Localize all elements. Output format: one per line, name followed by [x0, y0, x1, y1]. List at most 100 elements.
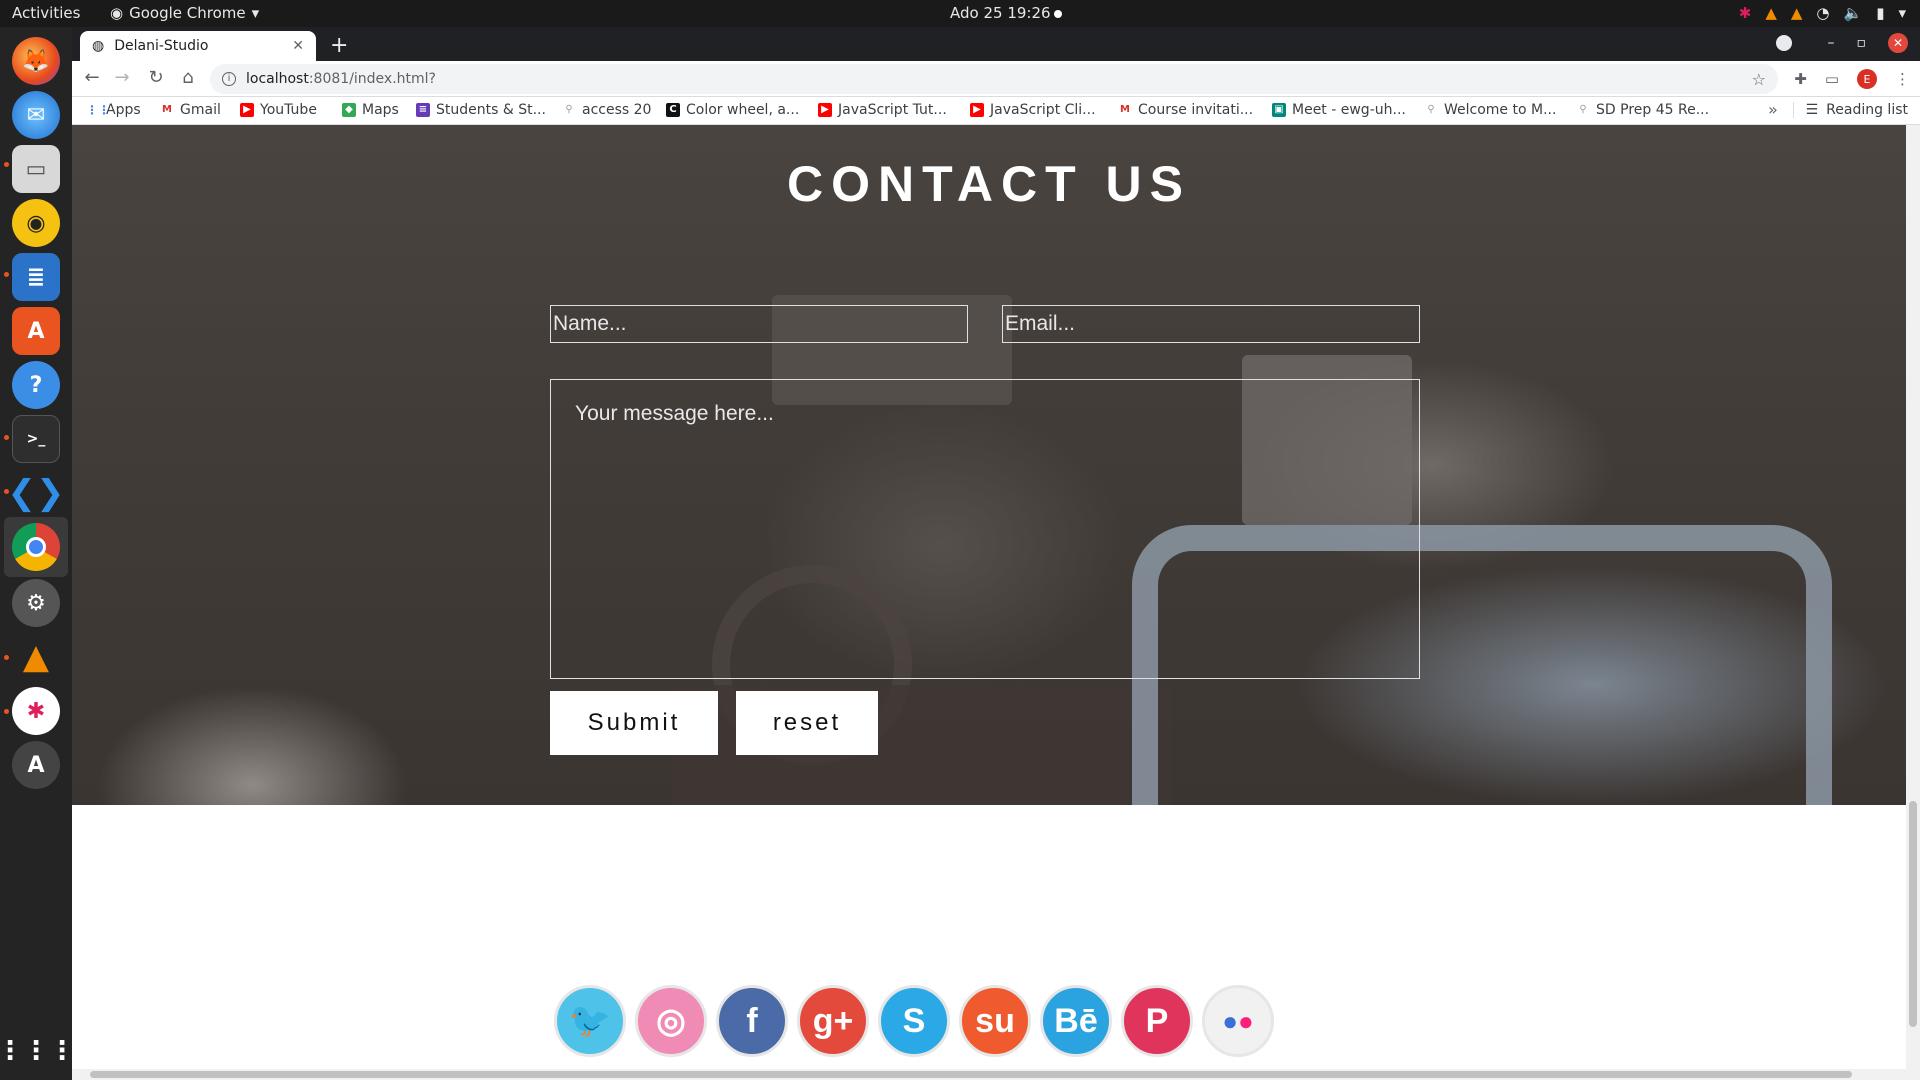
- window-close-icon[interactable]: ✕: [1888, 33, 1908, 53]
- system-menu-chevron-icon[interactable]: ▾: [1898, 4, 1906, 22]
- profile-avatar[interactable]: E: [1857, 69, 1877, 89]
- chrome-icon[interactable]: [12, 523, 60, 571]
- reset-button[interactable]: reset: [736, 691, 878, 755]
- minimize-icon[interactable]: –: [1828, 35, 1835, 51]
- vscode-icon[interactable]: ❮❯: [8, 469, 65, 517]
- contact-title: CONTACT US: [786, 156, 1192, 212]
- tab-search-icon[interactable]: [1776, 35, 1792, 51]
- meet-icon: ▣: [1272, 103, 1286, 117]
- bookmark-label: JavaScript Tut...: [838, 102, 947, 118]
- bookmarks-overflow-icon[interactable]: »: [1768, 100, 1778, 119]
- bookmark-meet[interactable]: ▣ Meet - ewg-uh...: [1272, 102, 1406, 118]
- bookmark-students[interactable]: ≡ Students & St...: [416, 102, 546, 118]
- site-info-icon[interactable]: i: [222, 72, 236, 86]
- close-icon[interactable]: ✕: [292, 38, 304, 54]
- bookmark-color-wheel[interactable]: C Color wheel, a...: [666, 102, 799, 118]
- thunderbird-icon[interactable]: ✉: [12, 91, 60, 139]
- maps-icon: ◆: [342, 103, 356, 117]
- menu-kebab-icon[interactable]: ⋮: [1895, 70, 1910, 88]
- page-viewport: CONTACT US Submit reset 🐦◎fg+SsuBēP●●: [72, 125, 1906, 1069]
- writer-icon[interactable]: ≣: [12, 253, 60, 301]
- gmail-icon: M: [162, 104, 172, 115]
- extensions-icon[interactable]: ✚: [1794, 70, 1807, 88]
- behance-icon[interactable]: Bē: [1040, 985, 1112, 1057]
- reading-list-button[interactable]: ☰ Reading list: [1792, 102, 1908, 118]
- bookmark-label: Apps: [106, 102, 141, 118]
- contact-section: CONTACT US Submit reset: [72, 125, 1906, 805]
- activities-button[interactable]: Activities: [12, 4, 80, 22]
- address-bar[interactable]: i localhost:8081/index.html? ☆: [210, 64, 1778, 94]
- name-input[interactable]: [550, 305, 968, 343]
- bookmark-course-invitation[interactable]: M Course invitati...: [1118, 102, 1253, 118]
- home-icon[interactable]: ⌂: [176, 67, 200, 88]
- bookmark-label: Students & St...: [436, 102, 546, 118]
- show-apps-icon[interactable]: ⋮⋮⋮: [0, 1027, 75, 1075]
- forward-arrow-icon[interactable]: →: [110, 67, 134, 88]
- chevron-down-icon: ▾: [251, 4, 260, 22]
- twitter-icon[interactable]: 🐦: [554, 985, 626, 1057]
- rhythmbox-icon[interactable]: ◉: [12, 199, 60, 247]
- system-top-bar: Activities ◉ Google Chrome ▾ Ado 25 19:2…: [0, 0, 1920, 27]
- bookmark-youtube[interactable]: ▶ YouTube: [240, 102, 317, 118]
- firefox-icon[interactable]: 🦊: [12, 37, 60, 85]
- settings-icon[interactable]: ⚙: [12, 579, 60, 627]
- bookmark-welcome[interactable]: ⚲ Welcome to M...: [1424, 102, 1556, 118]
- cast-icon[interactable]: ▭: [1825, 70, 1839, 88]
- bookmark-access[interactable]: ⚲ access 20: [562, 102, 651, 118]
- reload-icon[interactable]: ↻: [144, 67, 168, 88]
- files-icon[interactable]: ▭: [12, 145, 60, 193]
- google-plus-icon[interactable]: g+: [797, 985, 869, 1057]
- clock[interactable]: Ado 25 19:26: [950, 4, 1051, 22]
- submit-button[interactable]: Submit: [550, 691, 718, 755]
- system-tray[interactable]: ✱ ▲ ▲ ◔ 🔈 ▮ ▾: [1739, 4, 1906, 22]
- restore-icon[interactable]: ▫: [1857, 35, 1867, 51]
- tab-strip: ◍ Delani-Studio ✕ + – ▫ ✕: [72, 27, 1920, 61]
- app-store-icon[interactable]: A: [12, 741, 60, 789]
- battery-icon[interactable]: ▮: [1876, 4, 1884, 22]
- new-tab-plus-icon[interactable]: +: [330, 33, 348, 58]
- browser-toolbar: ← → ↻ ⌂ i localhost:8081/index.html? ☆ ✚…: [72, 61, 1920, 97]
- pinterest-icon[interactable]: P: [1121, 985, 1193, 1057]
- bookmark-label: JavaScript Cli...: [990, 102, 1096, 118]
- bookmark-js-cli[interactable]: ▶ JavaScript Cli...: [970, 102, 1096, 118]
- adobe-color-icon: C: [666, 103, 680, 117]
- bookmark-gmail[interactable]: M Gmail: [160, 102, 221, 118]
- skype-icon[interactable]: S: [878, 985, 950, 1057]
- chrome-small-icon: ◉: [110, 4, 124, 22]
- bookmark-label: Gmail: [180, 102, 221, 118]
- social-links: 🐦 ◎ f g+ Ssu Bē P ● ●: [72, 805, 1906, 1069]
- pin-icon: ⚲: [1427, 104, 1435, 115]
- bookmark-maps[interactable]: ◆ Maps: [342, 102, 399, 118]
- vlc-icon[interactable]: ▲: [12, 633, 60, 681]
- wifi-icon[interactable]: ◔: [1816, 4, 1829, 22]
- bookmark-js-tut[interactable]: ▶ JavaScript Tut...: [818, 102, 947, 118]
- help-icon[interactable]: ?: [12, 361, 60, 409]
- bookmark-apps[interactable]: ⋮⋮ Apps: [86, 102, 141, 118]
- bookmark-label: access 20: [582, 102, 652, 118]
- message-textarea[interactable]: [550, 379, 1420, 679]
- vertical-scroll-thumb[interactable]: [1909, 801, 1917, 1027]
- dribbble-icon[interactable]: ◎: [635, 985, 707, 1057]
- stumbleupon-icon[interactable]: su: [959, 985, 1031, 1057]
- slack-icon[interactable]: ✱: [12, 687, 60, 735]
- back-arrow-icon[interactable]: ←: [80, 67, 104, 88]
- vertical-scrollbar[interactable]: [1906, 125, 1920, 1069]
- app-menu[interactable]: ◉ Google Chrome ▾: [110, 4, 259, 22]
- bookmark-star-icon[interactable]: ☆: [1752, 70, 1766, 89]
- vlc-tray-icon-2[interactable]: ▲: [1791, 4, 1803, 22]
- terminal-icon[interactable]: >_: [12, 415, 60, 463]
- classroom-icon: ≡: [416, 103, 430, 117]
- bookmark-sd-prep[interactable]: ⚲ SD Prep 45 Re...: [1576, 102, 1709, 118]
- vlc-tray-icon[interactable]: ▲: [1765, 4, 1777, 22]
- slack-tray-icon[interactable]: ✱: [1739, 4, 1752, 22]
- horizontal-scroll-thumb[interactable]: [90, 1071, 1852, 1078]
- horizontal-scrollbar[interactable]: [72, 1069, 1920, 1080]
- software-center-icon[interactable]: A: [12, 307, 60, 355]
- bookmarks-bar: ⋮⋮ Apps M Gmail ▶ YouTube ◆ Maps ≡ Students &…: [72, 97, 1920, 125]
- email-input[interactable]: [1002, 305, 1420, 343]
- flickr-icon[interactable]: ● ●: [1202, 985, 1274, 1057]
- tab-delani-studio[interactable]: ◍ Delani-Studio ✕: [80, 31, 316, 61]
- youtube-icon: ▶: [818, 103, 832, 117]
- facebook-icon[interactable]: f: [716, 985, 788, 1057]
- volume-icon[interactable]: 🔈: [1844, 4, 1863, 22]
